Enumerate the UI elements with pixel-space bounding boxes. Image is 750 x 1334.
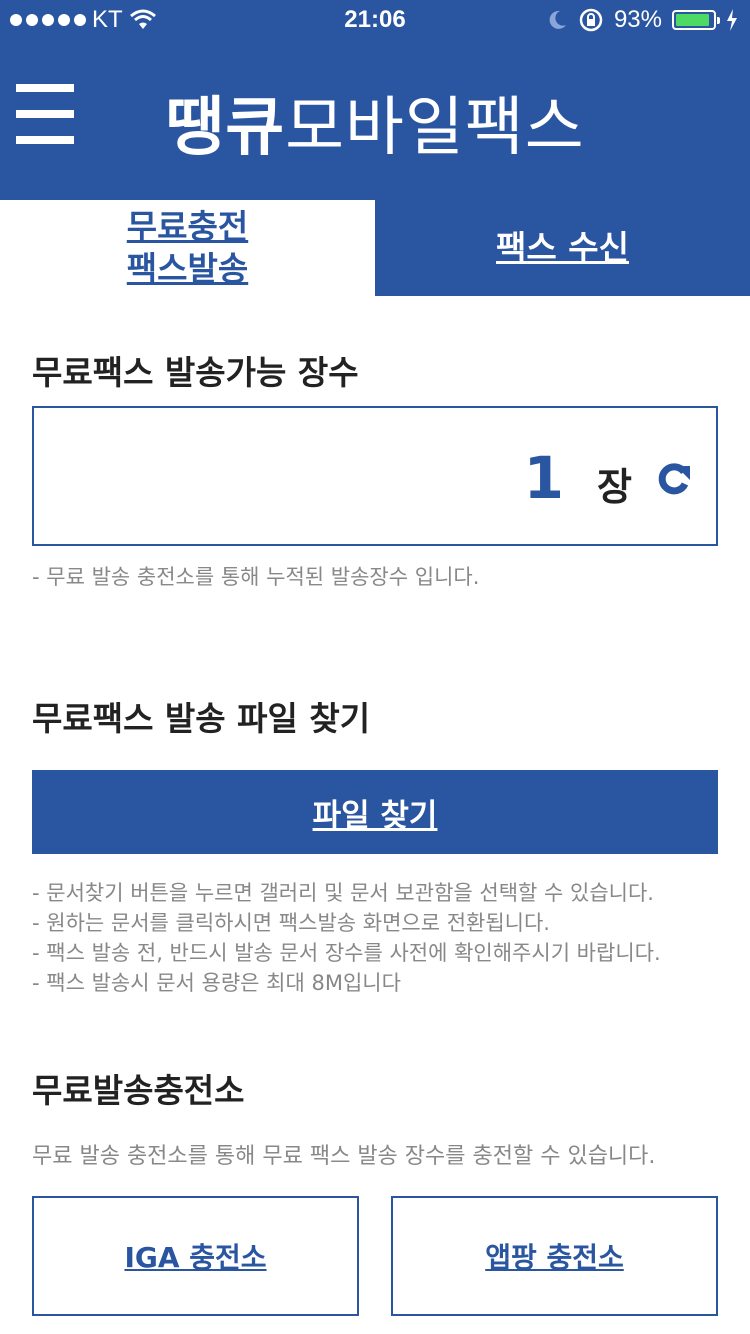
battery-fill xyxy=(676,14,710,26)
file-search-button-label: 파일 찾기 xyxy=(312,797,438,834)
app-title-bold: 땡큐 xyxy=(165,91,286,165)
app-title-rest: 모바일팩스 xyxy=(285,91,585,165)
free-count-title: 무료팩스 발송가능 장수 xyxy=(32,353,359,392)
moon-icon xyxy=(549,10,566,29)
tab-free-charge-fax-send[interactable]: 무료충전 팩스발송 xyxy=(0,200,375,296)
charging-icon xyxy=(727,9,737,31)
iga-charging-station-button[interactable]: IGA 충전소 xyxy=(32,1196,359,1316)
tab-label-line2: 팩스발송 xyxy=(126,249,249,288)
free-count-value: 1 xyxy=(523,444,564,512)
app-title: 땡큐모바일팩스 xyxy=(0,76,750,168)
file-search-note: - 팩스 발송 전, 반드시 발송 문서 장수를 사전에 확인해주시기 바랍니다… xyxy=(32,941,661,965)
tab-label-line1: 무료충전 xyxy=(126,207,249,246)
file-search-button[interactable]: 파일 찾기 xyxy=(32,770,718,854)
free-count-note: - 무료 발송 충전소를 통해 누적된 발송장수 입니다. xyxy=(32,565,480,589)
app-header: 땡큐모바일팩스 xyxy=(0,40,750,200)
status-bar: KT 21:06 93% xyxy=(0,0,750,40)
tab-label: 팩스 수신 xyxy=(496,228,629,267)
charging-station-title: 무료발송충전소 xyxy=(32,1071,245,1110)
apppang-charging-station-button[interactable]: 앱팡 충전소 xyxy=(391,1196,718,1316)
free-count-unit: 장 xyxy=(597,465,632,509)
file-search-note: - 문서찾기 버튼을 누르면 갤러리 및 문서 보관함을 선택할 수 있습니다. xyxy=(32,881,654,905)
apppang-charging-station-label: 앱팡 충전소 xyxy=(485,1241,624,1274)
tab-fax-receive[interactable]: 팩스 수신 xyxy=(375,200,750,296)
file-search-title: 무료팩스 발송 파일 찾기 xyxy=(32,699,371,738)
tab-label: 무료충전 팩스발송 xyxy=(127,206,248,290)
battery-icon xyxy=(672,10,720,30)
tab-bar: 무료충전 팩스발송 팩스 수신 xyxy=(0,200,750,296)
iga-charging-station-label: IGA 충전소 xyxy=(124,1241,267,1274)
battery-percent: 93% xyxy=(613,6,662,33)
file-search-notes: - 문서찾기 버튼을 누르면 갤러리 및 문서 보관함을 선택할 수 있습니다.… xyxy=(32,878,661,998)
refresh-icon[interactable] xyxy=(654,458,694,498)
rotation-lock-icon xyxy=(579,8,603,32)
status-right: 93% xyxy=(546,6,738,34)
file-search-note: - 원하는 문서를 클릭하시면 팩스발송 화면으로 전환됩니다. xyxy=(32,911,550,935)
free-count-box: 1 장 xyxy=(32,406,718,546)
charging-station-description: 무료 발송 충전소를 통해 무료 팩스 발송 장수를 충전할 수 있습니다. xyxy=(32,1144,656,1169)
file-search-note: - 팩스 발송시 문서 용량은 최대 8M입니다 xyxy=(32,971,401,995)
